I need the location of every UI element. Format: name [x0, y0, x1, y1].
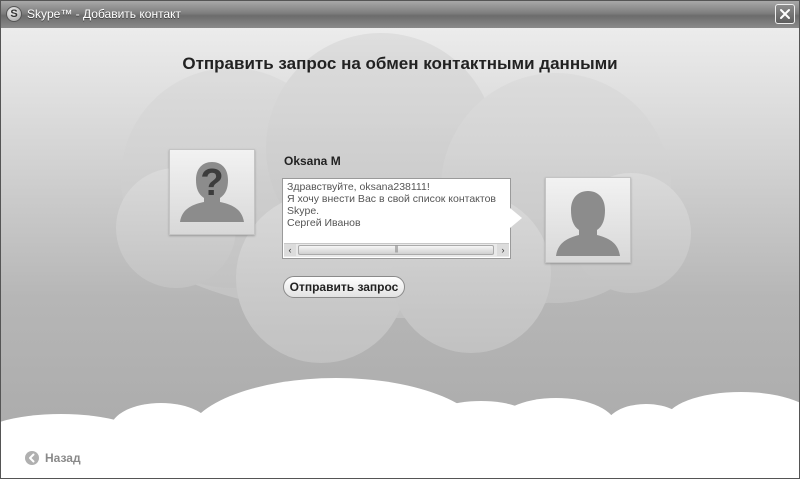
skype-logo-icon: S	[6, 6, 22, 22]
request-message-text[interactable]: Здравствуйте, oksana238111! Я хочу внест…	[287, 181, 509, 243]
back-label: Назад	[45, 451, 81, 465]
send-request-button[interactable]: Отправить запрос	[283, 276, 405, 298]
title-bar[interactable]: S Skype™ - Добавить контакт	[1, 1, 799, 28]
scroll-thumb[interactable]: |||	[298, 245, 494, 255]
contact-avatar: ?	[169, 149, 255, 235]
scroll-right-arrow-icon[interactable]: ›	[497, 244, 509, 256]
scroll-left-arrow-icon[interactable]: ‹	[284, 244, 296, 256]
page-title: Отправить запрос на обмен контактными да…	[182, 54, 618, 73]
person-silhouette-icon	[556, 191, 620, 256]
unknown-person-icon: ?	[180, 162, 244, 222]
dialog-content: Отправить запрос на обмен контактными да…	[1, 28, 799, 478]
speech-bubble-pointer	[510, 208, 522, 228]
svg-text:?: ?	[200, 162, 223, 204]
back-link[interactable]: Назад	[25, 451, 81, 465]
window-title: Skype™ - Добавить контакт	[27, 7, 181, 21]
back-arrow-icon	[25, 451, 39, 465]
horizontal-scrollbar[interactable]: ‹ ||| ›	[284, 243, 509, 257]
request-message-input[interactable]: Здравствуйте, oksana238111! Я хочу внест…	[282, 178, 511, 259]
close-button[interactable]	[775, 4, 795, 24]
skype-add-contact-window: S Skype™ - Добавить контакт Отправить за…	[0, 0, 800, 479]
close-icon	[780, 9, 790, 19]
contact-name: Oksana M	[284, 154, 341, 168]
my-avatar	[545, 177, 631, 263]
